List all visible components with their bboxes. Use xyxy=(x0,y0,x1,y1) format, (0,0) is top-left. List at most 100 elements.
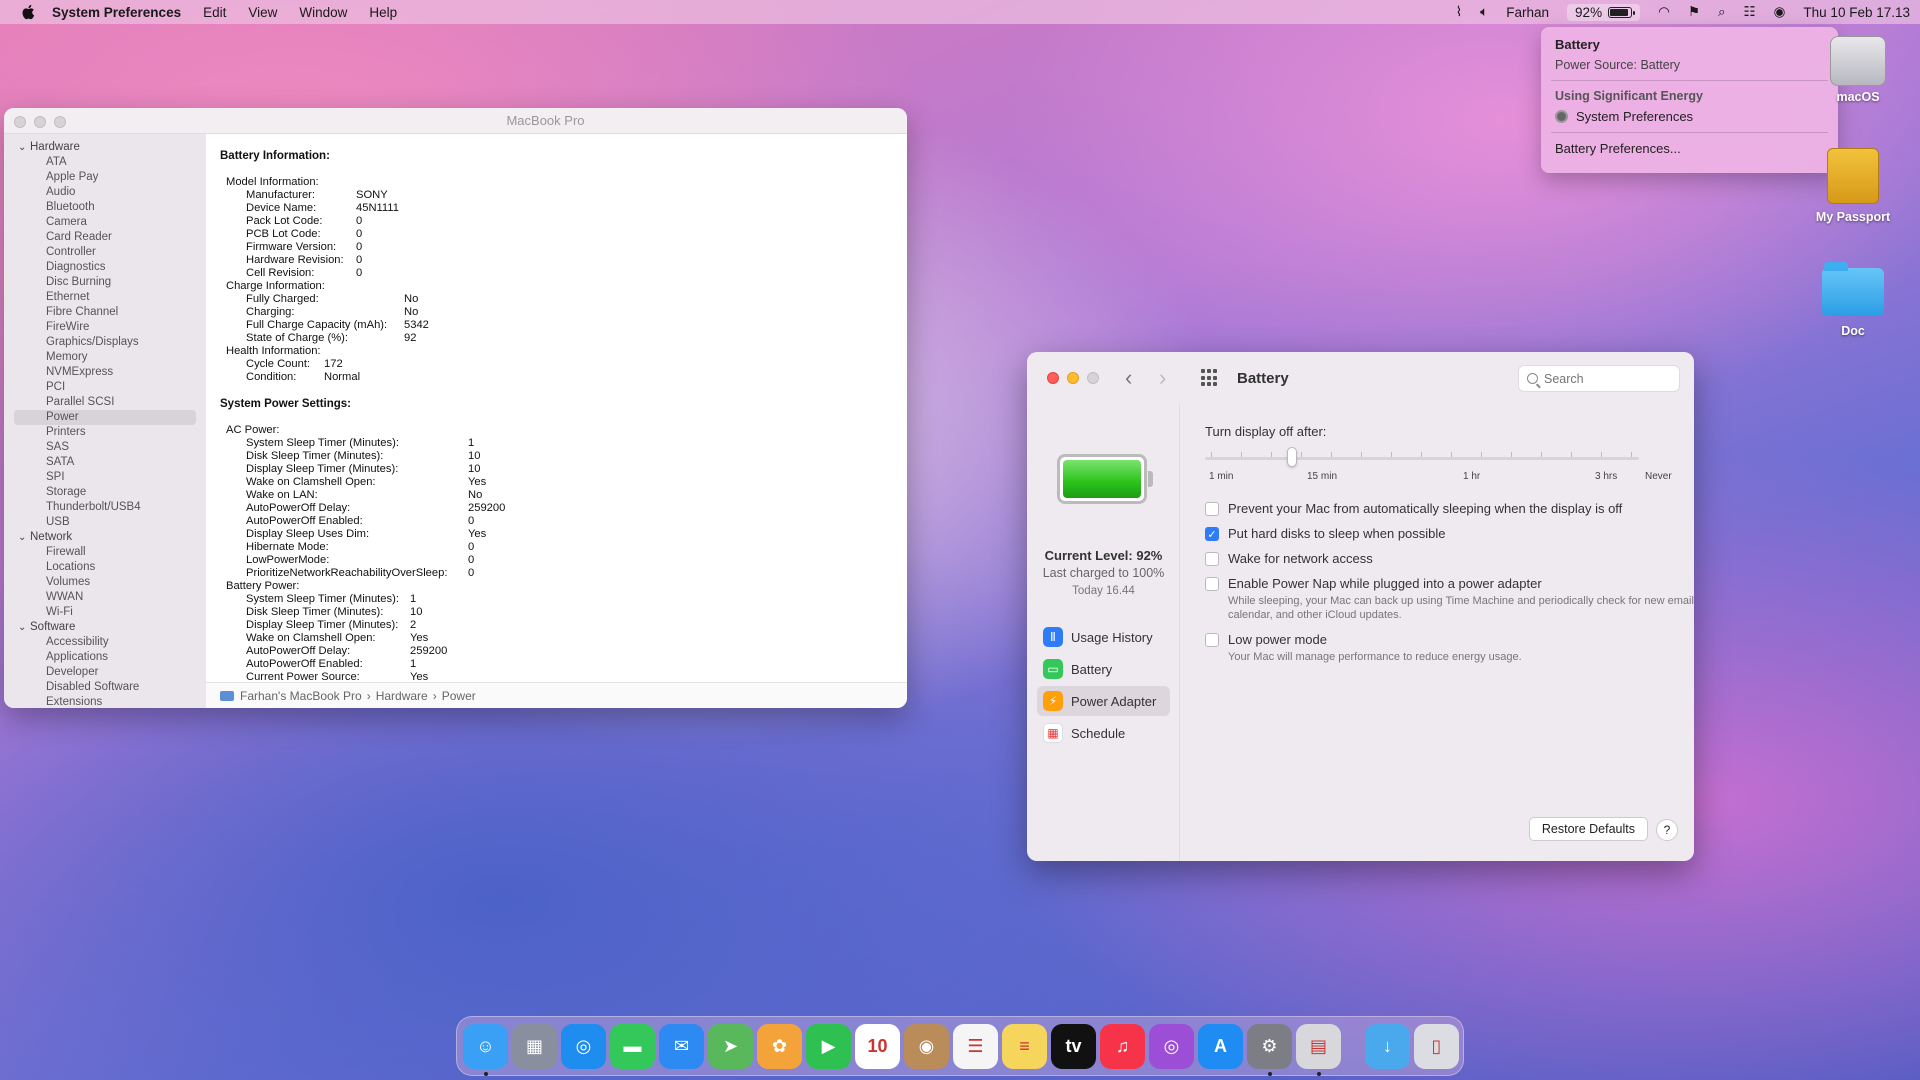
checkbox[interactable] xyxy=(1205,577,1219,591)
dock-maps-icon[interactable]: ➤ xyxy=(708,1023,753,1069)
sidebar-section[interactable]: Software xyxy=(4,620,206,635)
sidebar-item[interactable]: Parallel SCSI xyxy=(4,395,206,410)
search-field[interactable] xyxy=(1518,365,1680,392)
breadcrumb-computer[interactable]: Farhan's MacBook Pro xyxy=(240,689,362,703)
sidebar-item[interactable]: Volumes xyxy=(4,575,206,590)
desktop-icon-macos[interactable]: macOS xyxy=(1803,36,1913,104)
wifi-icon[interactable]: ◠ xyxy=(1658,4,1670,20)
menu-window[interactable]: Window xyxy=(299,5,347,20)
sidebar-item[interactable]: Apple Pay xyxy=(4,170,206,185)
sidebar-item[interactable]: ATA xyxy=(4,155,206,170)
dock-calendar-icon[interactable]: 10 xyxy=(855,1023,900,1069)
back-chevron-icon[interactable]: ‹ xyxy=(1125,365,1139,391)
sidebar-item[interactable]: NVMExpress xyxy=(4,365,206,380)
option-checkbox-row[interactable]: Low power mode xyxy=(1205,632,1670,647)
window-toolbar[interactable]: ‹ › Battery xyxy=(1027,352,1694,404)
dock-trash-icon[interactable]: ▯ xyxy=(1414,1023,1459,1069)
restore-defaults-button[interactable]: Restore Defaults xyxy=(1528,817,1648,841)
zoom-button[interactable] xyxy=(54,116,66,128)
sidebar-item[interactable]: Applications xyxy=(4,650,206,665)
sidebar-item[interactable]: Thunderbolt/USB4 xyxy=(4,500,206,515)
sidebar-item[interactable]: Extensions xyxy=(4,695,206,708)
breadcrumb-power[interactable]: Power xyxy=(442,689,476,703)
menu-edit[interactable]: Edit xyxy=(203,5,226,20)
desktop-icon-doc[interactable]: Doc xyxy=(1798,262,1908,338)
dock-contacts-icon[interactable]: ◉ xyxy=(904,1023,949,1069)
sidebar-item[interactable]: Diagnostics xyxy=(4,260,206,275)
sidebar-item[interactable]: Accessibility xyxy=(4,635,206,650)
activity-monitor-icon[interactable]: ⌇ xyxy=(1456,4,1463,20)
sidebar-section[interactable]: Hardware xyxy=(4,140,206,155)
option-checkbox-row[interactable]: Wake for network access xyxy=(1205,551,1670,566)
checkbox[interactable] xyxy=(1205,633,1219,647)
dock-downloads-icon[interactable]: ↓ xyxy=(1365,1023,1410,1069)
option-checkbox-row[interactable]: Enable Power Nap while plugged into a po… xyxy=(1205,576,1670,591)
pane-nav-power-adapter[interactable]: ⚡ Power Adapter xyxy=(1037,686,1170,716)
menu-view[interactable]: View xyxy=(248,5,277,20)
sidebar-item[interactable]: PCI xyxy=(4,380,206,395)
checkbox[interactable] xyxy=(1205,502,1219,516)
volume-icon[interactable]: 🔈︎ xyxy=(1480,4,1488,20)
option-checkbox-row[interactable]: ✓ Put hard disks to sleep when possible xyxy=(1205,526,1670,541)
sidebar-item[interactable]: Locations xyxy=(4,560,206,575)
input-source-flag-icon[interactable]: ⚑ xyxy=(1688,4,1700,20)
sidebar-item[interactable]: Audio xyxy=(4,185,206,200)
dock-safari-icon[interactable]: ◎ xyxy=(561,1023,606,1069)
display-off-slider[interactable] xyxy=(1205,443,1639,471)
menu-app-name[interactable]: System Preferences xyxy=(52,5,181,20)
sidebar-item[interactable]: USB xyxy=(4,515,206,530)
control-center-icon[interactable]: ☷ xyxy=(1744,4,1756,20)
slider-knob[interactable] xyxy=(1287,447,1297,467)
sidebar-item[interactable]: Ethernet xyxy=(4,290,206,305)
sidebar-item[interactable]: WWAN xyxy=(4,590,206,605)
sidebar-item[interactable]: Power xyxy=(14,410,196,425)
battery-menu-extra[interactable]: 92% xyxy=(1567,3,1641,21)
dock-mail-icon[interactable]: ✉ xyxy=(659,1023,704,1069)
user-name[interactable]: Farhan xyxy=(1506,5,1549,20)
sidebar-item[interactable]: Disabled Software xyxy=(4,680,206,695)
sidebar-item[interactable]: Developer xyxy=(4,665,206,680)
sidebar-item[interactable]: Disc Burning xyxy=(4,275,206,290)
dock-launchpad-icon[interactable]: ▦ xyxy=(512,1023,557,1069)
sidebar-item[interactable]: SPI xyxy=(4,470,206,485)
help-button[interactable]: ? xyxy=(1656,819,1678,841)
sidebar-item[interactable]: Bluetooth xyxy=(4,200,206,215)
dock-system-information-icon[interactable]: ▤ xyxy=(1296,1023,1341,1076)
sidebar-item[interactable]: Wi-Fi xyxy=(4,605,206,620)
dock-music-icon[interactable]: ♫ xyxy=(1100,1023,1145,1069)
window-titlebar[interactable]: MacBook Pro xyxy=(4,108,907,134)
sidebar-item[interactable]: FireWire xyxy=(4,320,206,335)
checkbox-checked[interactable]: ✓ xyxy=(1205,527,1219,541)
sidebar-item[interactable]: Printers xyxy=(4,425,206,440)
close-button[interactable] xyxy=(14,116,26,128)
zoom-button[interactable] xyxy=(1087,372,1099,384)
energy-app-item[interactable]: System Preferences xyxy=(1555,109,1824,124)
minimize-button[interactable] xyxy=(1067,372,1079,384)
dock-finder-icon[interactable]: ☺ xyxy=(463,1023,508,1076)
show-all-grid-icon[interactable] xyxy=(1201,369,1219,387)
forward-chevron-icon[interactable]: › xyxy=(1159,365,1173,391)
sidebar-item[interactable]: Camera xyxy=(4,215,206,230)
breadcrumb-hardware[interactable]: Hardware xyxy=(376,689,428,703)
sidebar-item[interactable]: Memory xyxy=(4,350,206,365)
pane-nav-usage-history[interactable]: Ⅱ Usage History xyxy=(1037,622,1170,652)
apple-logo-icon[interactable] xyxy=(20,3,38,21)
dock-apple-tv-icon[interactable]: tv xyxy=(1051,1023,1096,1069)
sidebar-item[interactable]: Firewall xyxy=(4,545,206,560)
sidebar-item[interactable]: Storage xyxy=(4,485,206,500)
sidebar-item[interactable]: Graphics/Displays xyxy=(4,335,206,350)
dock-photos-icon[interactable]: ✿ xyxy=(757,1023,802,1069)
dock-app-store-icon[interactable]: A xyxy=(1198,1023,1243,1069)
sidebar-item[interactable]: SAS xyxy=(4,440,206,455)
search-input[interactable] xyxy=(1544,371,1664,386)
sidebar-item[interactable]: SATA xyxy=(4,455,206,470)
pane-nav-schedule[interactable]: ▦ Schedule xyxy=(1037,718,1170,748)
dock-notes-icon[interactable]: ≡ xyxy=(1002,1023,1047,1069)
close-button[interactable] xyxy=(1047,372,1059,384)
pane-nav-battery[interactable]: ▭ Battery xyxy=(1037,654,1170,684)
dock-podcasts-icon[interactable]: ◎ xyxy=(1149,1023,1194,1069)
option-checkbox-row[interactable]: Prevent your Mac from automatically slee… xyxy=(1205,501,1670,516)
desktop-icon-my-passport[interactable]: My Passport xyxy=(1798,148,1908,224)
dock-messages-icon[interactable]: ▬ xyxy=(610,1023,655,1069)
menu-help[interactable]: Help xyxy=(369,5,397,20)
